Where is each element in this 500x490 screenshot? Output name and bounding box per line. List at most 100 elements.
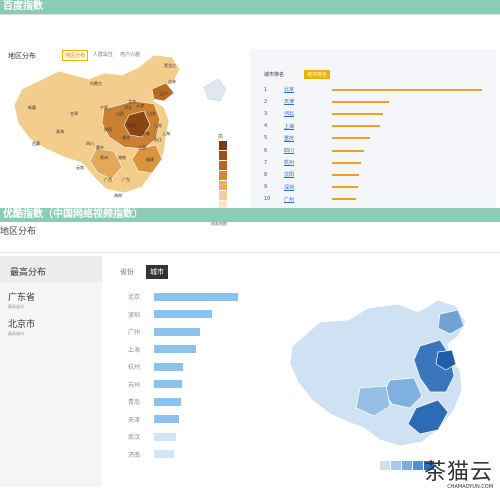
rank-city-link[interactable]: 四川 (284, 147, 332, 154)
rank-city-link[interactable]: 重庆 (284, 135, 332, 142)
map-province-label: 陕西 (104, 126, 112, 132)
map-province-label: 广东 (122, 176, 130, 182)
rank-city-link[interactable]: 杭州 (284, 159, 332, 166)
legend-swatch (219, 151, 227, 160)
city-bar-row: 济南 (128, 450, 175, 459)
china-map-blue (290, 300, 467, 447)
rank-bar (332, 137, 370, 140)
map-province-label: 湖北 (122, 134, 130, 140)
baidu-index-header: 百度指数 (0, 0, 500, 14)
city-bar-row: 青岛 (128, 397, 181, 406)
city-bar-row: 苏州 (128, 380, 182, 389)
rank-bar (332, 125, 380, 128)
rank-bar (332, 88, 482, 91)
city-name: 苏州 (128, 381, 141, 389)
legend-swatch (219, 141, 227, 150)
youku-index-header: 优酷指数（中国网络视频指数） (0, 208, 500, 222)
tab-province[interactable]: 省份 (116, 265, 138, 279)
city-bar (154, 292, 238, 301)
city-name: 广州 (128, 329, 141, 336)
rank-row: 10 广州 (264, 195, 356, 204)
divider (0, 252, 500, 253)
rank-city-link[interactable]: 北京 (284, 86, 332, 93)
map-province-label: 福建 (146, 156, 154, 162)
scale-swatch (391, 461, 401, 470)
rank-bar (332, 173, 359, 176)
map-province-label: 青海 (56, 128, 64, 134)
scale-swatch (402, 461, 412, 470)
rank-row: 9 深圳 (264, 183, 358, 192)
legend-high: 高 (218, 134, 224, 140)
city-bar (154, 397, 181, 406)
tab-city[interactable]: 城市 (146, 265, 168, 279)
top-city-name: 北京市 (8, 320, 36, 330)
map-korea-japan (203, 78, 227, 102)
map-province-label: 宁夏 (100, 104, 108, 110)
city-bar-row: 上海 (128, 345, 196, 354)
map-province-label: 黑龙江 (164, 62, 176, 68)
rank-city-link[interactable]: 天津 (284, 98, 332, 105)
city-name: 天津 (128, 416, 141, 424)
map-province-label: 河北 (124, 104, 132, 110)
map-province-label: 云南 (76, 164, 84, 170)
rank-row: 3 河北 (264, 109, 383, 118)
watermark-logo: 茶猫云 CHAMAOYUN.COM (424, 454, 493, 490)
rank-city-link[interactable]: 深圳 (284, 184, 332, 191)
rank-number: 4 (264, 123, 268, 130)
china-map-orange: 新疆西藏 青海 甘肃 内蒙古四川云南广西 广东 湖南 湖北 河南 山东江苏浙江福建江西 安徽 山西陕… (13, 54, 227, 198)
map-province-label: 四川 (86, 141, 94, 146)
map-province-label: 天津 (136, 102, 144, 108)
map-province-label: 辽宁 (160, 90, 168, 96)
city-bar-row: 深圳 (128, 310, 212, 319)
city-bar (154, 345, 196, 353)
rank-city-link[interactable]: 沈阳 (284, 171, 332, 178)
baidu-china-map: 新疆 西藏 青海 甘肃 内蒙古 四川 云南 广西 广东 湖南 湖北 河南 山东 江苏 浙江 福建 江西 安徽 山西陕… (4, 49, 249, 226)
legend-swatch (219, 161, 227, 170)
rank-bar (332, 100, 389, 103)
rank-city-link[interactable]: 广州 (284, 196, 332, 203)
rank-bar (332, 149, 364, 152)
map-province-label: 浙江 (154, 136, 162, 142)
map-province-label: 安徽 (142, 130, 150, 136)
rank-bar (332, 198, 356, 201)
map-province-label: 甘肃 (70, 110, 78, 116)
city-name: 上海 (128, 346, 141, 354)
youku-side-header: 最高分布 (0, 256, 102, 282)
city-name: 济南 (128, 451, 141, 459)
rank-number: 5 (264, 135, 268, 142)
scale-swatch (413, 461, 423, 470)
rank-tab[interactable]: 城市排名 (304, 70, 331, 79)
rank-number: 6 (264, 147, 268, 154)
top-city-sub: 最高城市 (8, 331, 24, 336)
city-bar (154, 310, 212, 318)
rank-number: 7 (264, 159, 268, 166)
city-bar (154, 450, 175, 458)
rank-header: 城市排名 (264, 72, 285, 78)
rank-row: 4 上海 (264, 122, 380, 131)
map-province-label: 河南 (128, 122, 136, 128)
baidu-legend (219, 141, 227, 211)
city-bar (154, 327, 201, 336)
map-province-label: 山东 (148, 110, 156, 116)
map-province-label: 广西 (104, 176, 112, 182)
top-city: 北京市 最高城市 (8, 317, 35, 337)
legend-swatch (219, 171, 227, 180)
rank-row: 7 杭州 (264, 158, 361, 167)
scale-swatch (380, 461, 390, 470)
city-name: 北京 (128, 294, 141, 301)
map-province-label: 贵州 (100, 154, 108, 160)
map-province-label: 西藏 (32, 140, 40, 146)
city-bar (154, 415, 180, 423)
rank-row: 8 沈阳 (264, 170, 359, 179)
map-province-label: 山西 (116, 110, 124, 116)
city-name: 武汉 (128, 434, 141, 441)
city-name: 深圳 (128, 311, 141, 319)
rank-city-link[interactable]: 上海 (284, 123, 332, 130)
rank-number: 9 (264, 184, 268, 191)
rank-row: 5 重庆 (264, 134, 370, 143)
rank-number: 2 (264, 98, 268, 105)
rank-city-link[interactable]: 河北 (284, 110, 332, 117)
city-name: 青岛 (128, 399, 141, 406)
rank-row: 6 四川 (264, 146, 364, 155)
baidu-index-panel: 地区分布 地区分布 人群属性 用户兴趣 新疆 西藏 青海 甘肃 内蒙古 四川 云南 广西 广东湖… (0, 14, 500, 226)
